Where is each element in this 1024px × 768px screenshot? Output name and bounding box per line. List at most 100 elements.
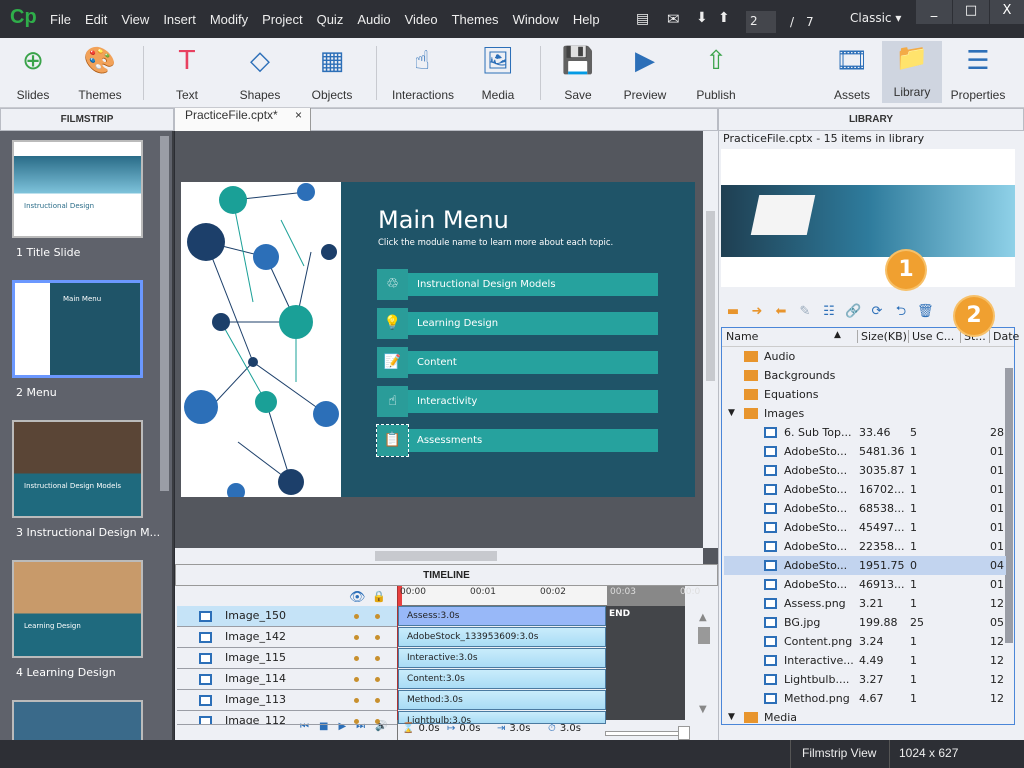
export-icon[interactable]: ⬅ (773, 304, 789, 320)
mail-icon[interactable]: ✉ (667, 10, 680, 28)
lock-dot[interactable] (375, 635, 380, 640)
library-item[interactable]: Interactive... 4.49 1 12 (724, 651, 1006, 670)
page-input[interactable]: 2 (746, 11, 776, 33)
library-folder-backgrounds[interactable]: Backgrounds (724, 366, 1006, 385)
timeline-bar[interactable]: AdobeStock_133953609:3.0s (398, 627, 606, 647)
timeline-row[interactable]: Image_150 (177, 606, 397, 627)
new-folder-icon[interactable]: ▬ (725, 304, 741, 320)
arrow-up-icon[interactable]: ⬆ (718, 10, 730, 26)
lock-dot[interactable] (375, 677, 380, 682)
toolbar-slides-button[interactable]: ⊕ Slides (3, 44, 63, 102)
lock-dot[interactable] (375, 719, 380, 724)
toolbar-assets-button[interactable]: 🎞 Assets (822, 44, 882, 102)
menu-window[interactable]: Window (513, 12, 559, 27)
stage-hscroll[interactable] (175, 548, 703, 564)
toolbar-save-button[interactable]: 💾 Save (548, 44, 608, 102)
slide-icon[interactable]: ▤ (636, 11, 649, 27)
toolbar-publish-button[interactable]: ⇧ Publish (686, 44, 746, 102)
lock-icon[interactable]: 🔒 (372, 590, 386, 603)
delete-icon[interactable]: 🗑 (917, 304, 934, 320)
library-item[interactable]: BG.jpg 199.88 25 05 (724, 613, 1006, 632)
menu-button-instructional-design-models[interactable]: ♲ Instructional Design Models (377, 269, 658, 300)
library-item[interactable]: AdobeSto... 3035.87 1 01 (724, 461, 1006, 480)
toolbar-properties-button[interactable]: ☰ Properties (948, 44, 1008, 102)
menu-button-assessments[interactable]: 📋 Assessments (376, 424, 658, 457)
visibility-dot[interactable] (354, 698, 359, 703)
library-item[interactable]: AdobeSto... 16702... 1 01 (724, 480, 1006, 499)
eye-icon[interactable]: 👁 (349, 590, 366, 605)
column-name[interactable]: Name (726, 330, 758, 343)
lock-dot[interactable] (375, 698, 380, 703)
minimize-button[interactable]: _ (916, 0, 952, 24)
library-item[interactable]: AdobeSto... 46913... 1 01 (724, 575, 1006, 594)
expand-arrow-icon[interactable]: ▼ (728, 708, 735, 727)
timeline-row[interactable]: Image_112 (177, 711, 397, 725)
maximize-button[interactable]: □ (953, 0, 989, 24)
library-item[interactable]: Method.png 4.67 1 12 (724, 689, 1006, 708)
workspace-dropdown[interactable]: Classic ▾ (850, 11, 901, 25)
filmstrip-slide-5[interactable] (12, 700, 143, 740)
library-folder-equations[interactable]: Equations (724, 385, 1006, 404)
library-item[interactable]: Content.png 3.24 1 12 (724, 632, 1006, 651)
library-item[interactable]: AdobeSto... 68538... 1 01 (724, 499, 1006, 518)
library-item[interactable]: AdobeSto... 1951.75 0 04 (724, 556, 1006, 575)
visibility-dot[interactable] (354, 656, 359, 661)
library-item[interactable]: Assess.png 3.21 1 12 (724, 594, 1006, 613)
menu-insert[interactable]: Insert (163, 12, 196, 27)
expand-arrow-icon[interactable]: ▼ (728, 404, 735, 423)
toolbar-text-button[interactable]: T Text (157, 44, 217, 102)
toolbar-shapes-button[interactable]: ◇ Shapes (230, 44, 290, 102)
menu-edit[interactable]: Edit (85, 12, 107, 27)
filmstrip-slide-2[interactable]: Main Menu (12, 280, 143, 378)
library-folder-audio[interactable]: Audio (724, 347, 1006, 366)
stage-vscroll[interactable] (703, 131, 718, 548)
timeline-row[interactable]: Image_115 (177, 648, 397, 669)
menu-help[interactable]: Help (573, 12, 600, 27)
column-date[interactable]: Date (989, 330, 1019, 343)
toolbar-library-button[interactable]: 📁 Library (882, 41, 942, 103)
menu-view[interactable]: View (121, 12, 149, 27)
menu-audio[interactable]: Audio (357, 12, 390, 27)
column-usec[interactable]: Use C... (908, 330, 954, 343)
visibility-dot[interactable] (354, 635, 359, 640)
toolbar-objects-button[interactable]: ▦ Objects (302, 44, 362, 102)
usage-icon[interactable]: ⮌ (893, 304, 909, 320)
visibility-dot[interactable] (354, 614, 359, 619)
arrow-down-icon[interactable]: ⬇ (696, 10, 708, 26)
timeline-row[interactable]: Image_114 (177, 669, 397, 690)
menu-project[interactable]: Project (262, 12, 302, 27)
timeline-vscroll[interactable]: ▲ ▼ (695, 606, 715, 720)
filmstrip-slide-3[interactable]: Instructional Design Models (12, 420, 143, 518)
lock-dot[interactable] (375, 614, 380, 619)
menu-file[interactable]: File (50, 12, 71, 27)
filmstrip-slide-1[interactable]: Instructional Design (12, 140, 143, 238)
library-item[interactable]: AdobeSto... 45497... 1 01 (724, 518, 1006, 537)
visibility-dot[interactable] (354, 719, 359, 724)
library-item[interactable]: AdobeSto... 22358... 1 01 (724, 537, 1006, 556)
library-item[interactable]: 6. Sub Top... 33.46 5 28 (724, 423, 1006, 442)
import-icon[interactable]: ➜ (749, 304, 765, 320)
visibility-dot[interactable] (354, 677, 359, 682)
edit-icon[interactable]: ✎ (797, 304, 813, 320)
library-item[interactable]: Lightbulb.... 3.27 1 12 (724, 670, 1006, 689)
menu-themes[interactable]: Themes (452, 12, 499, 27)
column-sizekb[interactable]: Size(KB) (857, 330, 907, 343)
filmstrip-scrollbar[interactable] (160, 136, 169, 491)
menu-video[interactable]: Video (405, 12, 438, 27)
menu-button-content[interactable]: 📝 Content (377, 347, 658, 378)
timeline-bar[interactable]: Assess:3.0s (398, 606, 606, 626)
tab-practicefile[interactable]: PracticeFile.cptx* × (175, 108, 311, 131)
properties-icon[interactable]: ☷ (821, 304, 837, 320)
filmstrip-slide-4[interactable]: Learning Design (12, 560, 143, 658)
timeline-row[interactable]: Image_113 (177, 690, 397, 711)
library-folder-images[interactable]: ▼ Images (724, 404, 1006, 423)
timeline-bar[interactable]: Interactive:3.0s (398, 648, 606, 668)
toolbar-preview-button[interactable]: ▶ Preview (615, 44, 675, 102)
timeline-bar[interactable]: Content:3.0s (398, 669, 606, 689)
timeline-row[interactable]: Image_142 (177, 627, 397, 648)
library-item[interactable]: AdobeSto... 5481.36 1 01 (724, 442, 1006, 461)
tab-close-icon[interactable]: × (295, 108, 302, 122)
menu-quiz[interactable]: Quiz (317, 12, 344, 27)
timeline-bar[interactable]: Method:3.0s (398, 690, 606, 710)
sort-ascending-icon[interactable]: ▲ (834, 330, 841, 340)
